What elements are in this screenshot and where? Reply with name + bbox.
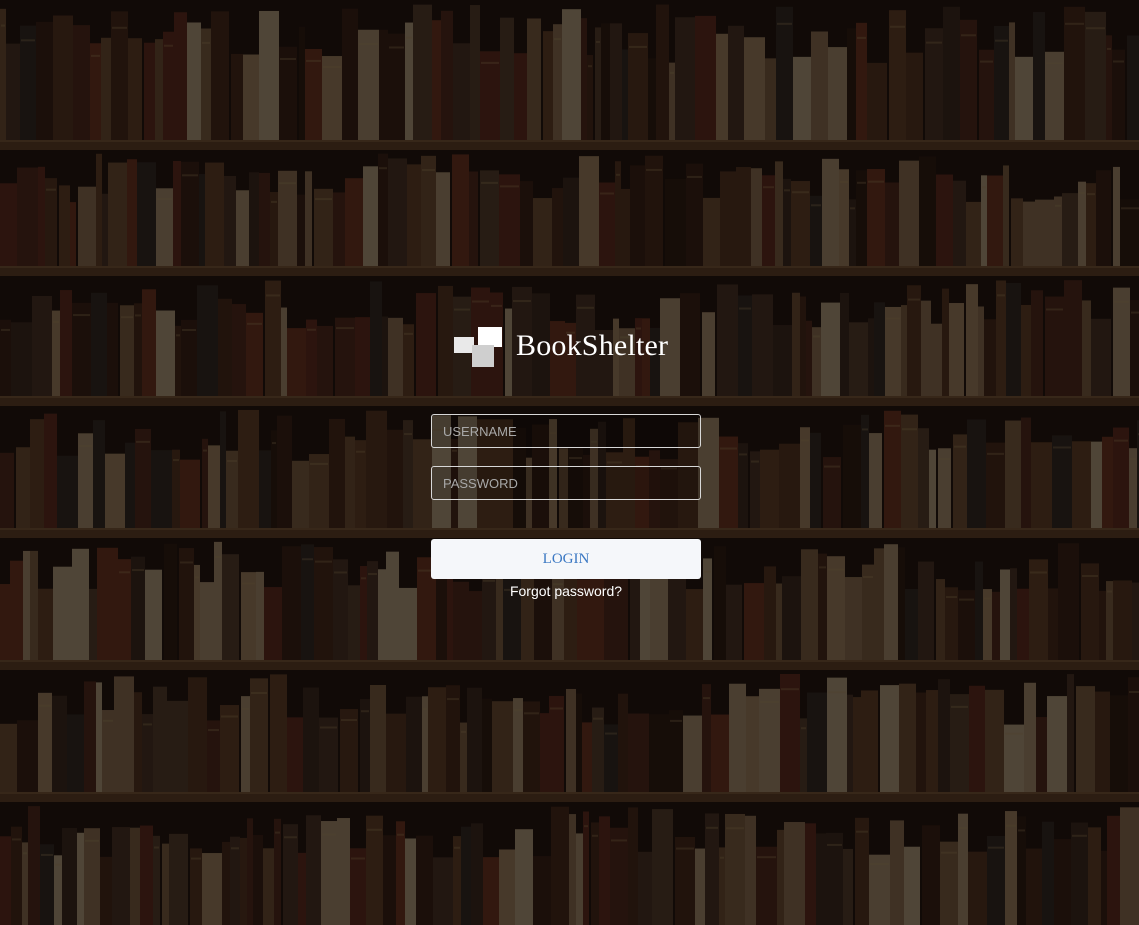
username-input[interactable] bbox=[431, 414, 701, 448]
forgot-password-link[interactable]: Forgot password? bbox=[431, 583, 701, 599]
password-input[interactable] bbox=[431, 466, 701, 500]
brand-logo: BookShelter bbox=[452, 322, 668, 370]
login-button[interactable]: LOGIN bbox=[431, 539, 701, 579]
brand-name: BookShelter bbox=[516, 329, 669, 362]
bookshelter-logo-icon bbox=[452, 323, 504, 369]
background-overlay bbox=[0, 0, 1139, 925]
